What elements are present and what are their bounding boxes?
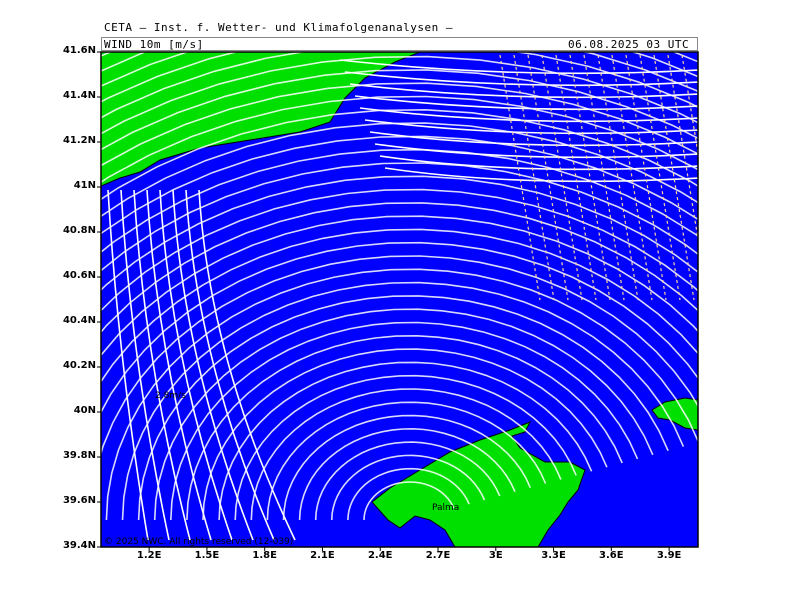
lat-label: 40.4N: [62, 315, 96, 326]
lon-label: 1.8E: [252, 550, 277, 561]
inner-label: 2.8m/s: [155, 391, 186, 401]
lat-label: 39.4N: [62, 540, 96, 551]
lat-label: 41N: [73, 180, 96, 191]
lat-label: 40N: [73, 405, 96, 416]
lat-label: 41.4N: [62, 90, 96, 101]
lon-label: 1.2E: [136, 550, 162, 561]
lon-label: 2.4E: [367, 550, 393, 561]
wind-map: 2.8m/s Palma © 2025 NWC. All rights rese…: [97, 51, 699, 551]
lon-label: 1.5E: [194, 550, 220, 561]
lon-label: 2.7E: [425, 550, 451, 561]
lat-label: 40.2N: [62, 360, 96, 371]
lon-label: 2.1E: [310, 550, 335, 561]
lat-label: 40.8N: [62, 225, 96, 236]
lat-label: 39.8N: [62, 450, 96, 461]
palma-label: Palma: [432, 503, 459, 513]
lat-label: 41.2N: [62, 135, 96, 146]
lat-label: 39.6N: [62, 495, 96, 506]
lon-label: 3E: [488, 550, 503, 561]
lon-label: 3.3E: [541, 550, 566, 561]
lon-label: 3.9E: [656, 550, 682, 561]
footer-copyright: © 2025 NWC. All rights reserved (12-039): [104, 537, 293, 547]
lat-label: 40.6N: [62, 270, 96, 281]
lat-label: 41.6N: [62, 45, 96, 56]
lon-label: 3.6E: [599, 550, 624, 561]
